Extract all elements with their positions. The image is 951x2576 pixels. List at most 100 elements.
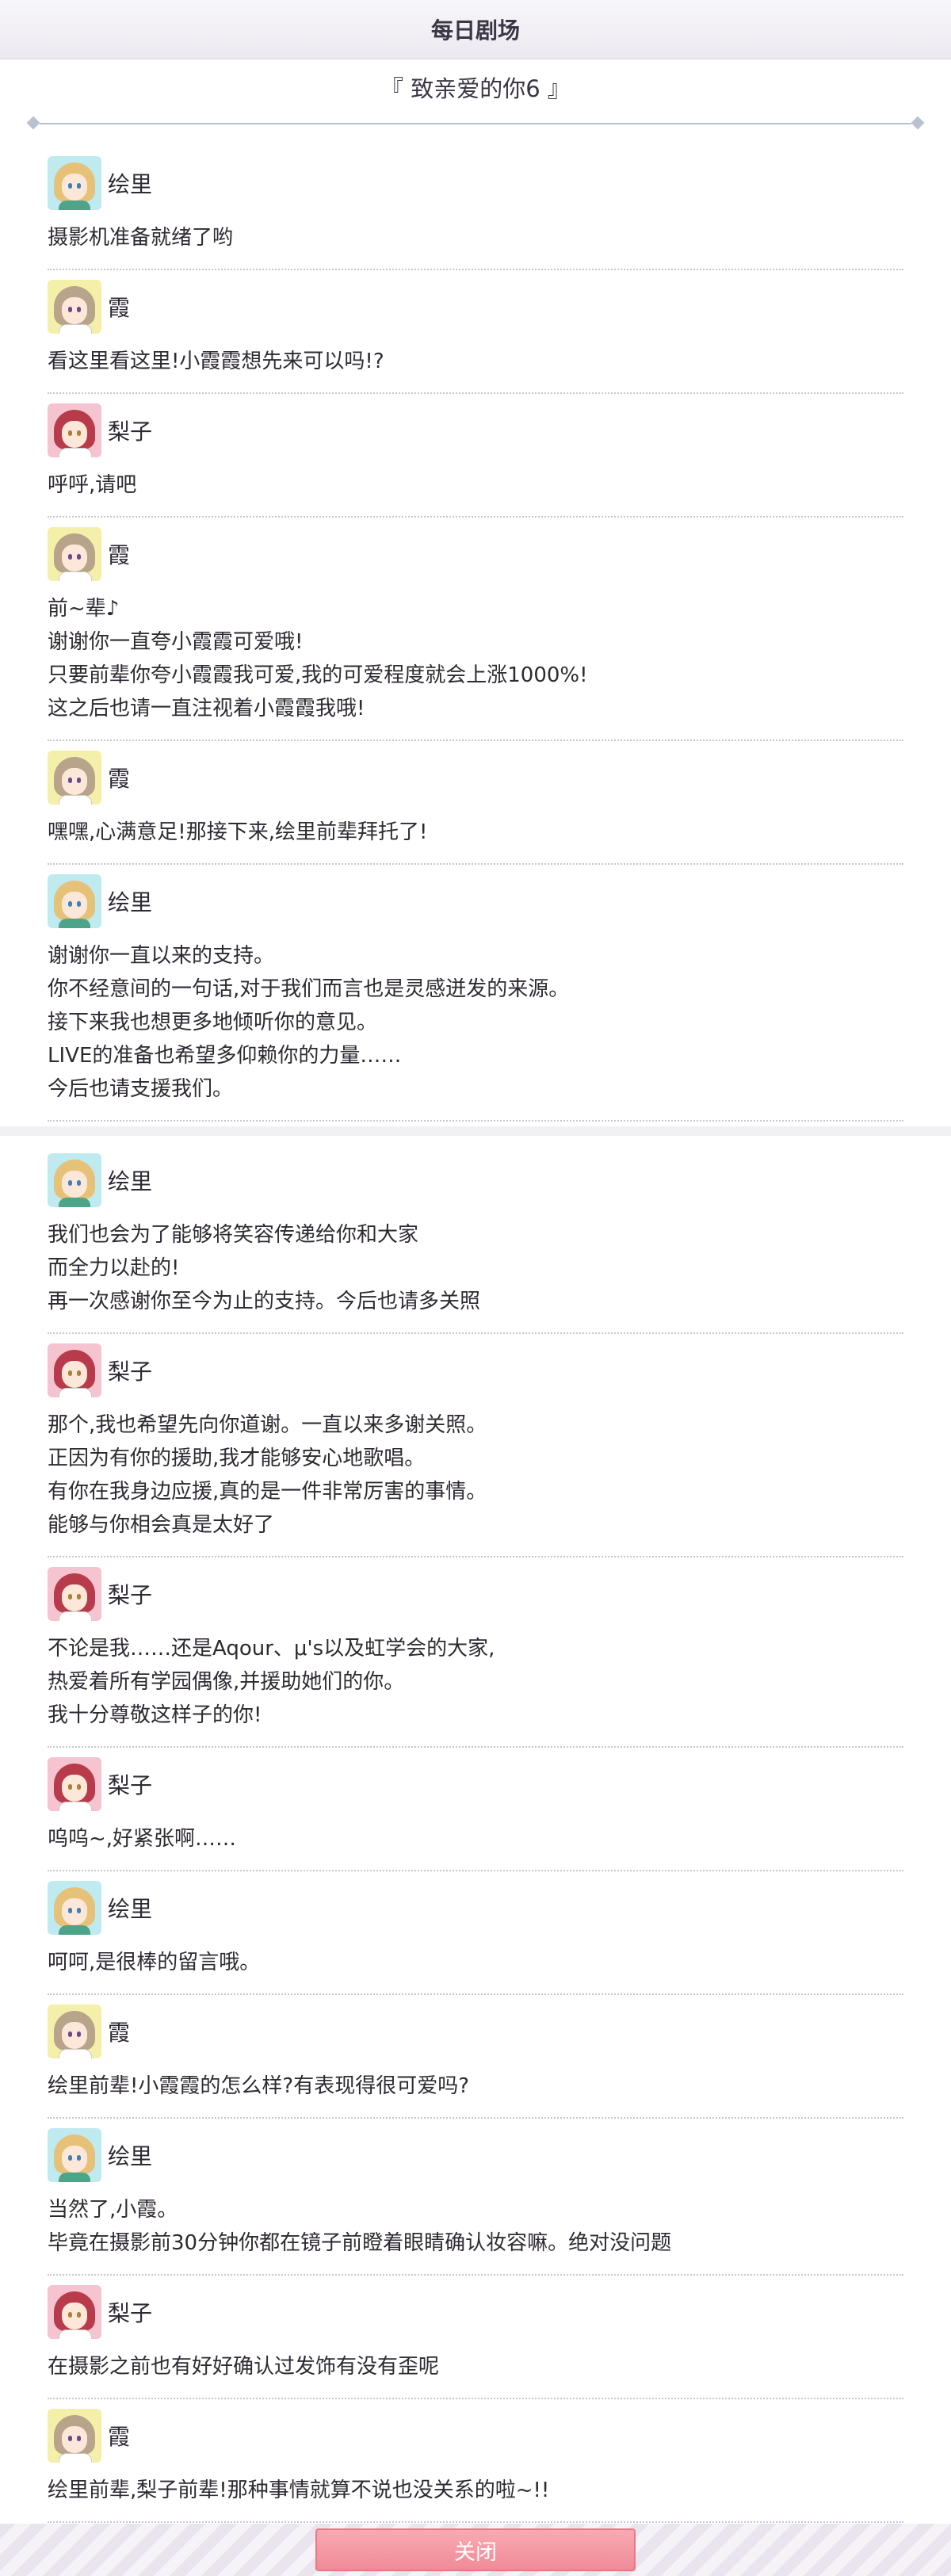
dialogue-text: 在摄影之前也有好好确认过发饰有没有歪呢 (48, 2350, 903, 2383)
dialogue-line: 你不经意间的一句话,对于我们而言也是灵感迸发的来源。 (48, 977, 570, 1001)
speaker-row: 梨子 (48, 1340, 903, 1401)
dialogue-line: 呼呼,请吧 (48, 473, 137, 497)
speaker-row: 绘里 (48, 1150, 903, 1210)
dialogue-line: 再一次感谢你至今为止的支持。今后也请多关照 (48, 1290, 481, 1313)
dialogue-line: LIVE的准备也希望多仰赖你的力量…… (48, 1044, 402, 1068)
dialogue-line: 不论是我……还是Aqour、μ's以及虹学会的大家, (48, 1637, 495, 1661)
dialogue-entry: 霞前~辈♪ 谢谢你一直夸小霞霞可爱哦! 只要前辈你夸小霞霞我可爱,我的可爱程度就会上… (48, 518, 903, 741)
speaker-row: 绘里 (48, 153, 903, 213)
dialogue-entry: 绘里摄影机准备就绪了哟 (48, 147, 903, 270)
dialogue-line: 正因为有你的援助,我才能够安心地歌唱。 (48, 1447, 426, 1470)
dialogue-line: 嘿嘿,心满意足!那接下来,绘里前辈拜托了! (48, 820, 428, 844)
dialogue-line: 这之后也请一直注视着小霞霞我哦! (48, 697, 365, 720)
speaker-row: 绘里 (48, 1878, 903, 1938)
dialogue-entry: 霞嘿嘿,心满意足!那接下来,绘里前辈拜托了! (48, 741, 903, 865)
speaker-avatar (48, 751, 101, 805)
dialogue-text: 那个,我也希望先向你道谢。一直以来多谢关照。 正因为有你的援助,我才能够安心地歌唱… (48, 1408, 903, 1542)
dialogue-entry: 绘里谢谢你一直以来的支持。你不经意间的一句话,对于我们而言也是灵感迸发的来源。接… (48, 865, 903, 1122)
ornament-divider (26, 115, 925, 132)
speaker-avatar (48, 1881, 101, 1935)
section-separator (0, 1126, 951, 1136)
dialogue-text: 前~辈♪ 谢谢你一直夸小霞霞可爱哦! 只要前辈你夸小霞霞我可爱,我的可爱程度就会上涨… (48, 592, 903, 725)
speaker-avatar (48, 527, 101, 581)
speaker-row: 梨子 (48, 1754, 903, 1814)
dialogue-text: 绘里前辈,梨子前辈!那种事情就算不说也没关系的啦~!! (48, 2474, 903, 2507)
speaker-avatar (48, 280, 101, 334)
speaker-avatar (48, 2285, 101, 2339)
speaker-avatar (48, 2005, 101, 2058)
speaker-name: 霞 (108, 2020, 131, 2046)
dialogue-line: 那个,我也希望先向你道谢。一直以来多谢关照。 (48, 1413, 487, 1437)
dialogue-entry: 梨子呜呜~,好紧张啊…… (48, 1748, 903, 1871)
speaker-row: 霞 (48, 524, 903, 584)
dialogue-line: 谢谢你一直夸小霞霞可爱哦! (48, 630, 304, 654)
dialogue-line: 谢谢你一直以来的支持。 (48, 944, 275, 968)
speaker-name: 绘里 (108, 1896, 153, 1922)
speaker-name: 霞 (108, 295, 131, 321)
speaker-row: 霞 (48, 747, 903, 808)
speaker-name: 梨子 (108, 1359, 153, 1385)
dialogue-text: 不论是我……还是Aqour、μ's以及虹学会的大家, 热爱着所有学园偶像,并援助她… (48, 1632, 903, 1732)
dialogue-line: 我们也会为了能够将笑容传递给你和大家 (48, 1223, 419, 1247)
dialogue-line: 看这里看这里!小霞霞想先来可以吗!? (48, 350, 384, 373)
dialogue-entry: 绘里我们也会为了能够将笑容传递给你和大家 而全力以赴的! 再一次感谢你至今为止的支持… (48, 1144, 903, 1334)
dialogue-line: 今后也请支援我们。 (48, 1077, 234, 1101)
dialogue-entry: 绘里呵呵,是很棒的留言哦。 (48, 1871, 903, 1995)
speaker-avatar (48, 2128, 101, 2182)
dialogue-text: 看这里看这里!小霞霞想先来可以吗!? (48, 345, 903, 378)
dialogue-line: 当然了,小霞。 (48, 2198, 178, 2222)
dialogue-entry: 绘里当然了,小霞。毕竟在摄影前30分钟你都在镜子前瞪着眼睛确认妆容嘛。绝对没问题 (48, 2119, 903, 2276)
speaker-name: 梨子 (108, 419, 153, 445)
diamond-ornament-icon (911, 116, 925, 130)
speaker-name: 霞 (108, 766, 131, 792)
speaker-avatar (48, 874, 101, 928)
dialogue-line: 我十分尊敬这样子的你! (48, 1703, 262, 1727)
dialogue-line: 摄影机准备就绪了哟 (48, 226, 234, 250)
speaker-row: 梨子 (48, 1564, 903, 1624)
dialogue-entry: 霞绘里前辈!小霞霞的怎么样?有表现得很可爱吗? (48, 1995, 903, 2119)
speaker-row: 霞 (48, 2001, 903, 2062)
dialogue-text: 谢谢你一直以来的支持。你不经意间的一句话,对于我们而言也是灵感迸发的来源。 接下来… (48, 939, 903, 1106)
speaker-avatar (48, 1567, 101, 1621)
speaker-row: 梨子 (48, 2282, 903, 2342)
episode-title: 『 致亲爱的你6 』 (380, 75, 571, 102)
footer-bar: 关闭 (0, 2524, 951, 2576)
speaker-name: 霞 (108, 542, 131, 568)
speaker-avatar (48, 1757, 101, 1811)
dialogue-text: 当然了,小霞。毕竟在摄影前30分钟你都在镜子前瞪着眼睛确认妆容嘛。绝对没问题 (48, 2193, 903, 2260)
dialogue-line: 呵呵,是很棒的留言哦。 (48, 1951, 261, 1974)
dialogue-line: 绘里前辈!小霞霞的怎么样?有表现得很可爱吗? (48, 2074, 470, 2098)
speaker-row: 霞 (48, 277, 903, 337)
dialogue-line: 毕竟在摄影前30分钟你都在镜子前瞪着眼睛确认妆容嘛。绝对没问题 (48, 2231, 672, 2255)
dialogue-line: 只要前辈你夸小霞霞我可爱,我的可爱程度就会上涨1000%! (48, 663, 588, 687)
speaker-avatar (48, 156, 101, 210)
close-button[interactable]: 关闭 (315, 2528, 636, 2571)
dialogue-text: 绘里前辈!小霞霞的怎么样?有表现得很可爱吗? (48, 2070, 903, 2103)
dialogue-text: 嘿嘿,心满意足!那接下来,绘里前辈拜托了! (48, 816, 903, 849)
dialogue-line: 能够与你相会真是太好了 (48, 1513, 275, 1537)
dialogue-line: 前~辈♪ (48, 597, 120, 621)
dialogue-text: 我们也会为了能够将笑容传递给你和大家 而全力以赴的! 再一次感谢你至今为止的支持。今… (48, 1218, 903, 1318)
dialogue-entry: 梨子不论是我……还是Aqour、μ's以及虹学会的大家, 热爱着所有学园偶像,并援… (48, 1557, 903, 1748)
dialogue-line: 呜呜~,好紧张啊…… (48, 1827, 237, 1851)
dialogue-text: 摄影机准备就绪了哟 (48, 221, 903, 254)
dialogue-entry: 霞绘里前辈,梨子前辈!那种事情就算不说也没关系的啦~!! (48, 2399, 903, 2523)
speaker-avatar (48, 2409, 101, 2463)
dialogue-text: 呵呵,是很棒的留言哦。 (48, 1946, 903, 1979)
speaker-name: 绘里 (108, 2143, 153, 2169)
dialogue-line: 热爱着所有学园偶像,并援助她们的你。 (48, 1670, 405, 1694)
speaker-row: 绘里 (48, 2125, 903, 2185)
dialogue-line: 接下来我也想更多地倾听你的意见。 (48, 1011, 378, 1034)
speaker-name: 梨子 (108, 1772, 153, 1798)
speaker-avatar (48, 1343, 101, 1397)
dialogue-line: 绘里前辈,梨子前辈!那种事情就算不说也没关系的啦~!! (48, 2479, 550, 2502)
speaker-name: 绘里 (108, 1168, 153, 1194)
speaker-name: 绘里 (108, 889, 153, 915)
dialogue-entry: 梨子在摄影之前也有好好确认过发饰有没有歪呢 (48, 2276, 903, 2399)
speaker-row: 绘里 (48, 871, 903, 931)
speaker-avatar (48, 1153, 101, 1207)
speaker-row: 梨子 (48, 400, 903, 461)
dialogue-list[interactable]: 绘里 摄影机准备就绪了哟霞看这里看这里!小霞霞想先来可以吗!? 梨子 呼呼,请吧霞前~… (0, 132, 951, 2523)
speaker-avatar (48, 403, 101, 457)
dialogue-entry: 霞看这里看这里!小霞霞想先来可以吗!? (48, 270, 903, 394)
